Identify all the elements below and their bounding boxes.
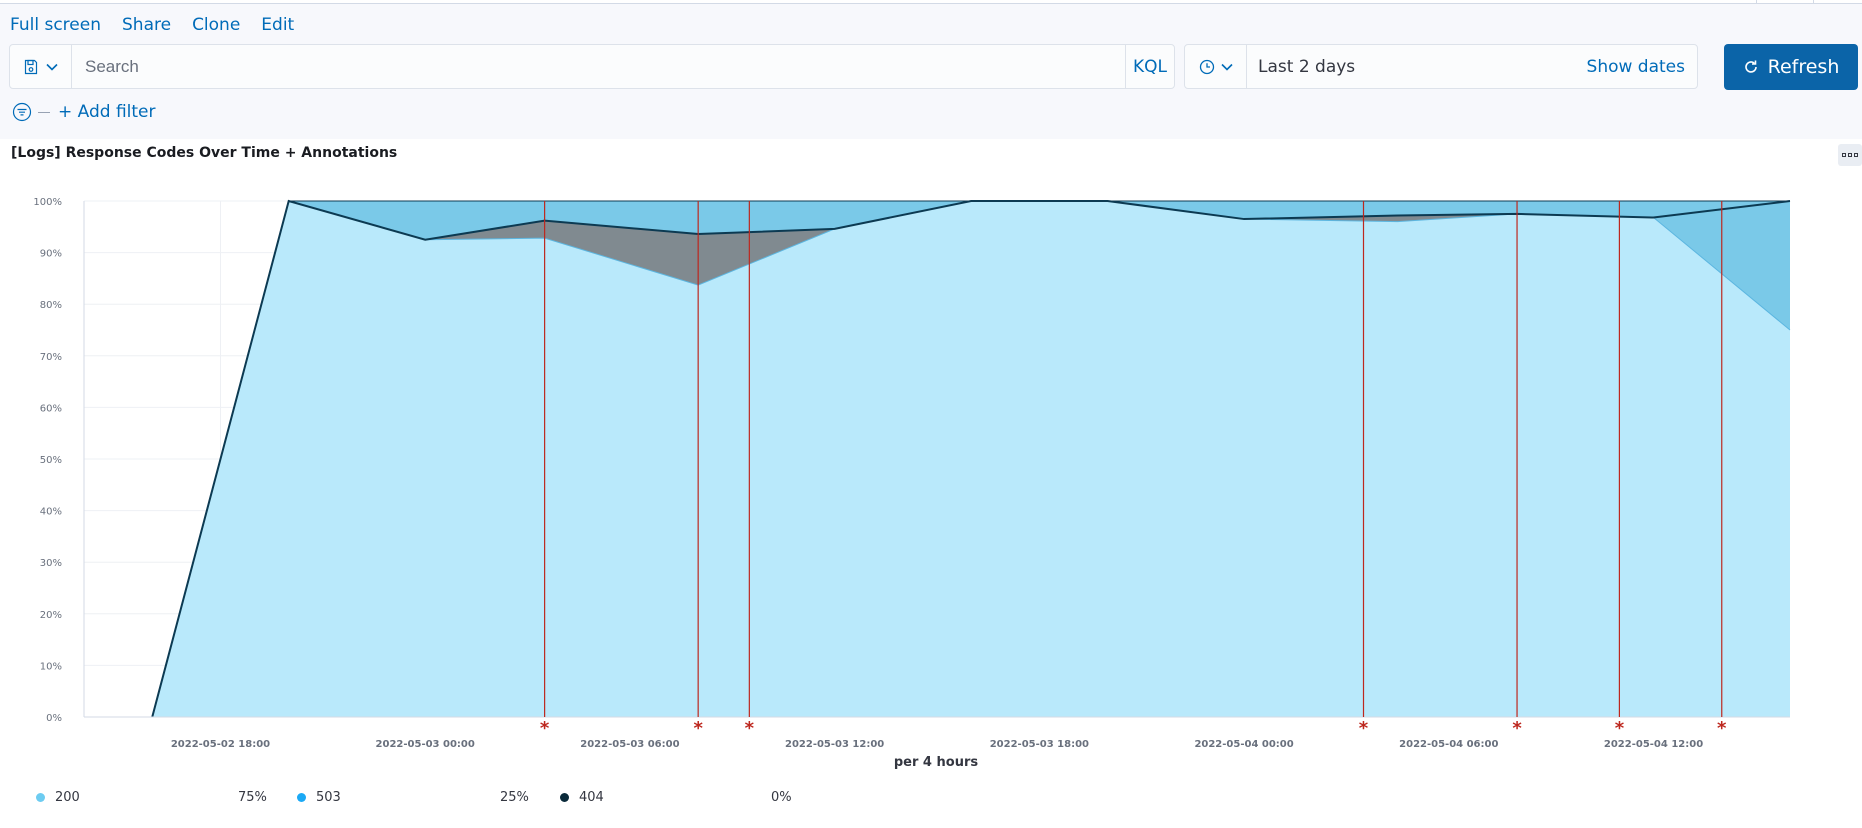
refresh-button[interactable]: Refresh: [1724, 44, 1858, 90]
quick-menu-button[interactable]: [1185, 45, 1247, 88]
legend-value: 0%: [771, 790, 792, 805]
x-axis-title: per 4 hours: [894, 755, 978, 770]
date-picker: Last 2 days Show dates: [1184, 44, 1698, 89]
x-tick-label: 2022-05-03 00:00: [376, 739, 475, 750]
legend-color-dot: [297, 793, 306, 802]
x-tick-label: 2022-05-02 18:00: [171, 739, 270, 750]
legend-label: 404: [579, 790, 604, 805]
clone-link[interactable]: Clone: [192, 15, 240, 35]
annotation-marker: *: [745, 718, 755, 739]
y-tick-label: 100%: [33, 197, 62, 208]
x-tick-label: 2022-05-04 12:00: [1604, 739, 1703, 750]
y-tick-label: 90%: [40, 249, 62, 260]
x-tick-label: 2022-05-03 06:00: [580, 739, 679, 750]
save-icon: [24, 59, 38, 74]
legend-label: 200: [55, 790, 80, 805]
show-dates-button[interactable]: Show dates: [1587, 57, 1697, 77]
query-language-button[interactable]: KQL: [1125, 45, 1174, 88]
refresh-label: Refresh: [1767, 56, 1840, 78]
annotation-marker: *: [1717, 718, 1727, 739]
visualization-panel: [Logs] Response Codes Over Time + Annota…: [0, 139, 1862, 828]
legend-item-404[interactable]: 404: [560, 790, 604, 805]
chevron-down-icon: [1220, 63, 1233, 71]
response-codes-chart: 0% 10% 20% 30% 40% 50% 60% 70% 80% 90% 100% 2022-05…: [33, 197, 1791, 770]
saved-query-button[interactable]: [10, 45, 72, 88]
refresh-icon: [1744, 60, 1757, 73]
legend-item-200[interactable]: 200: [36, 790, 80, 805]
filter-icon[interactable]: [12, 102, 32, 122]
edit-link[interactable]: Edit: [261, 15, 294, 35]
legend-color-dot: [36, 793, 45, 802]
y-tick-label: 60%: [40, 403, 62, 414]
filter-bar: + Add filter: [12, 101, 156, 123]
annotation-marker: *: [693, 718, 703, 739]
filter-divider: [38, 111, 50, 113]
annotation-marker: *: [1615, 718, 1625, 739]
y-tick-label: 80%: [40, 300, 62, 311]
search-input[interactable]: [72, 45, 1125, 88]
top-border: [0, 0, 1862, 4]
x-tick-label: 2022-05-04 06:00: [1399, 739, 1498, 750]
y-tick-label: 50%: [40, 455, 62, 466]
x-tick-label: 2022-05-03 12:00: [785, 739, 884, 750]
time-range-label[interactable]: Last 2 days: [1247, 57, 1587, 77]
y-tick-label: 10%: [40, 661, 62, 672]
full-screen-link[interactable]: Full screen: [10, 15, 101, 35]
query-bar: KQL: [9, 44, 1175, 89]
annotation-marker: *: [1359, 718, 1369, 739]
legend-value: 75%: [238, 790, 267, 805]
chevron-down-icon: [46, 63, 58, 71]
y-tick-label: 40%: [40, 507, 62, 518]
x-tick-label: 2022-05-03 18:00: [990, 739, 1089, 750]
legend-item-503[interactable]: 503: [297, 790, 341, 805]
y-tick-label: 20%: [40, 610, 62, 621]
share-link[interactable]: Share: [122, 15, 171, 35]
top-nav-menu: Full screen Share Clone Edit: [10, 15, 294, 35]
annotation-marker: *: [1512, 718, 1522, 739]
add-filter-button[interactable]: + Add filter: [58, 102, 156, 122]
clock-icon: [1199, 59, 1214, 74]
y-tick-label: 0%: [46, 713, 62, 724]
area-series-200: [152, 201, 1791, 717]
legend-color-dot: [560, 793, 569, 802]
y-tick-label: 30%: [40, 558, 62, 569]
legend-value: 25%: [500, 790, 529, 805]
y-tick-label: 70%: [40, 352, 62, 363]
x-tick-label: 2022-05-04 00:00: [1194, 739, 1293, 750]
annotation-marker: *: [540, 718, 550, 739]
legend-label: 503: [316, 790, 341, 805]
